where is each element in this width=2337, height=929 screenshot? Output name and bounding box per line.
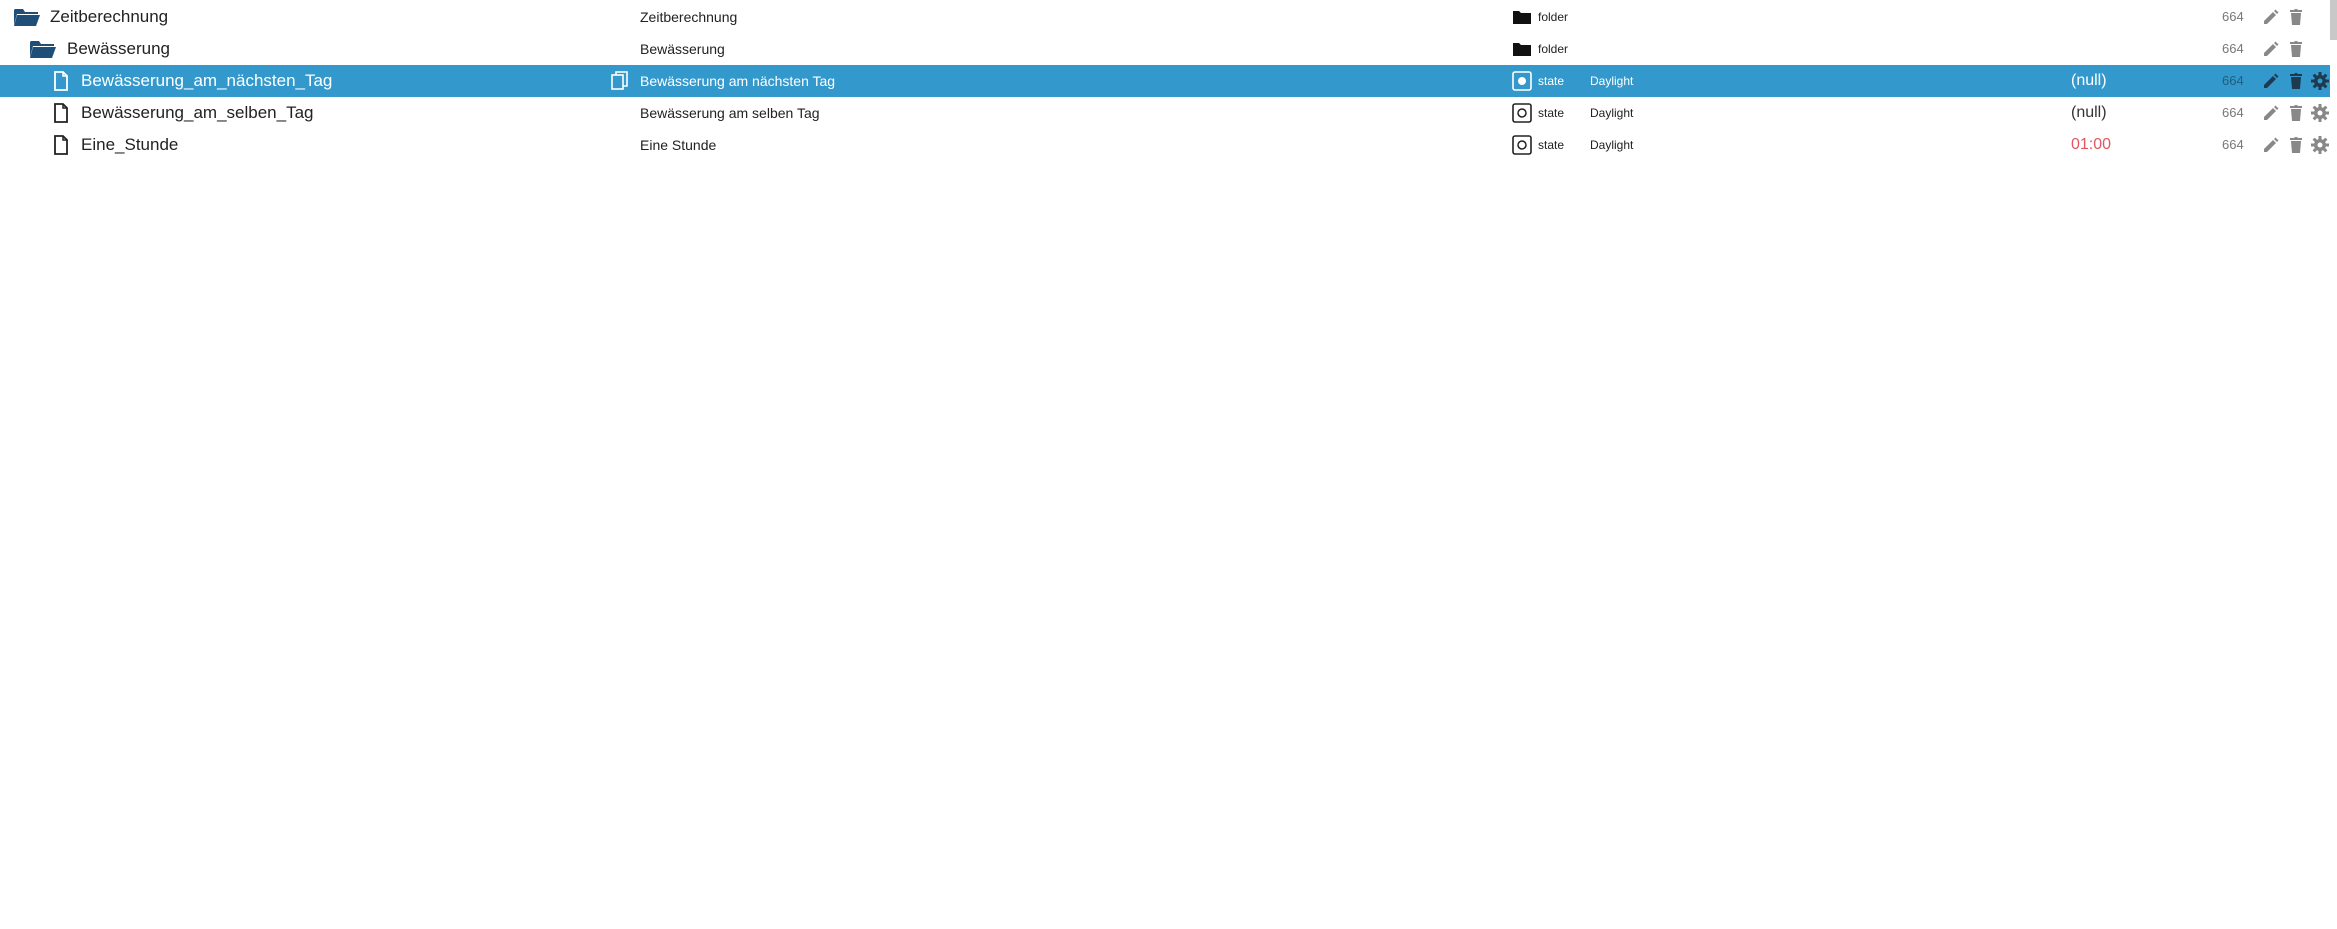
- folder-icon: [1511, 33, 1533, 65]
- acl-value: 664: [2222, 41, 2244, 56]
- trash-icon[interactable]: [2285, 97, 2307, 129]
- object-value[interactable]: 01:00: [2071, 129, 2111, 161]
- object-name: Eine Stunde: [640, 137, 717, 153]
- file-icon: [51, 97, 71, 129]
- state-icon: [1511, 97, 1533, 129]
- trash-icon[interactable]: [2285, 129, 2307, 161]
- copy-icon[interactable]: [608, 65, 632, 97]
- state-icon: [1511, 129, 1533, 161]
- object-type: folder: [1538, 10, 1569, 24]
- object-role: Daylight: [1590, 138, 1634, 152]
- tree-row[interactable]: Eine_Stunde Eine Stunde state Daylight 0…: [0, 129, 2330, 161]
- folder-open-icon[interactable]: [13, 1, 41, 33]
- pencil-icon[interactable]: [2260, 33, 2282, 65]
- object-role: Daylight: [1590, 74, 1634, 88]
- folder-icon: [1511, 1, 1533, 33]
- tree-row[interactable]: Bewässerung_am_selben_Tag Bewässerung am…: [0, 97, 2330, 129]
- gear-icon[interactable]: [2309, 97, 2331, 129]
- acl-value: 664: [2222, 9, 2244, 24]
- pencil-icon[interactable]: [2260, 129, 2282, 161]
- object-id: Bewässerung_am_nächsten_Tag: [81, 71, 333, 90]
- tree-row[interactable]: Zeitberechnung Zeitberechnung folder 664: [0, 1, 2330, 33]
- acl-value: 664: [2222, 73, 2244, 88]
- tree-row-selected[interactable]: Bewässerung_am_nächsten_Tag Bewässerung …: [0, 65, 2330, 97]
- object-type: state: [1538, 106, 1565, 120]
- acl-value: 664: [2222, 137, 2244, 152]
- gear-icon[interactable]: [2309, 65, 2331, 97]
- object-name: Zeitberechnung: [640, 9, 738, 25]
- object-type: folder: [1538, 42, 1569, 56]
- pencil-icon[interactable]: [2260, 97, 2282, 129]
- object-tree: Zeitberechnung Zeitberechnung folder 664…: [0, 0, 2337, 929]
- pencil-icon[interactable]: [2260, 1, 2282, 33]
- object-value[interactable]: (null): [2071, 65, 2107, 97]
- object-id: Bewässerung: [67, 39, 171, 58]
- object-role: Daylight: [1590, 106, 1634, 120]
- file-icon: [51, 129, 71, 161]
- folder-open-icon[interactable]: [29, 33, 57, 65]
- object-type: state: [1538, 74, 1565, 88]
- object-type: state: [1538, 138, 1565, 152]
- object-name: Bewässerung am nächsten Tag: [640, 73, 836, 89]
- trash-icon[interactable]: [2285, 33, 2307, 65]
- object-name: Bewässerung: [640, 41, 725, 57]
- trash-icon[interactable]: [2285, 1, 2307, 33]
- object-id: Eine_Stunde: [81, 135, 179, 154]
- trash-icon[interactable]: [2285, 65, 2307, 97]
- state-icon: [1511, 65, 1533, 97]
- object-id: Zeitberechnung: [50, 7, 169, 26]
- file-icon: [51, 65, 71, 97]
- acl-value: 664: [2222, 105, 2244, 120]
- object-id: Bewässerung_am_selben_Tag: [81, 103, 314, 122]
- scrollbar[interactable]: [2330, 0, 2337, 40]
- object-value[interactable]: (null): [2071, 97, 2107, 129]
- gear-icon[interactable]: [2309, 129, 2331, 161]
- tree-row[interactable]: Bewässerung Bewässerung folder 664: [0, 33, 2330, 65]
- pencil-icon[interactable]: [2260, 65, 2282, 97]
- object-name: Bewässerung am selben Tag: [640, 105, 820, 121]
